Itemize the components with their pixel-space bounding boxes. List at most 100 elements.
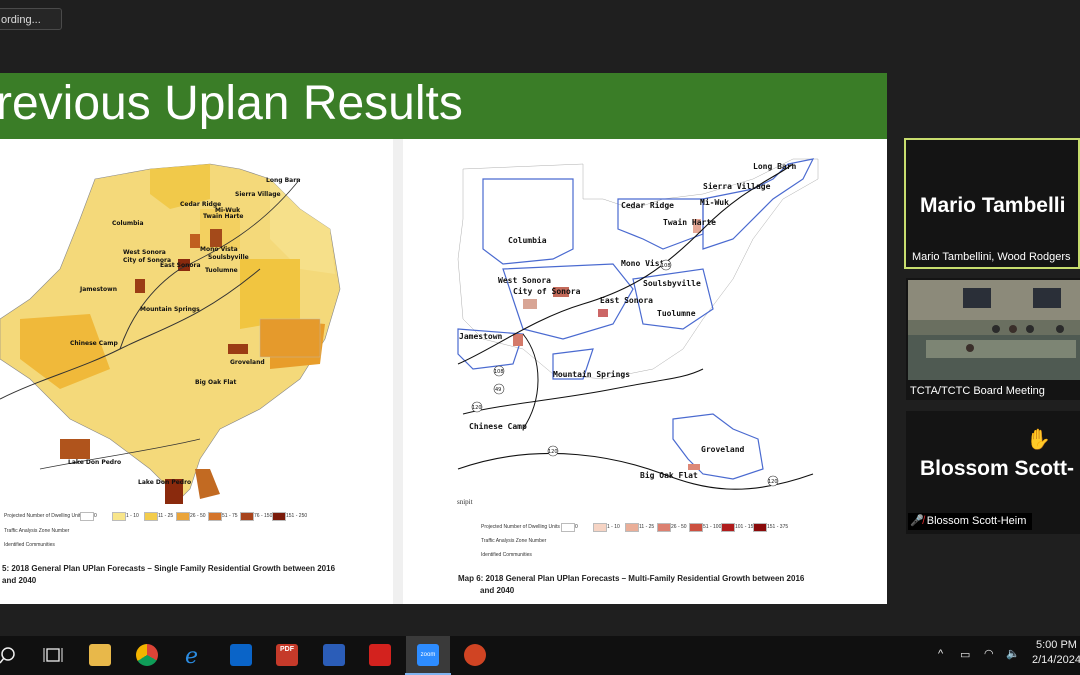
powerpoint-icon[interactable] — [464, 644, 486, 666]
zoom-icon[interactable]: zoom — [417, 644, 439, 666]
legend-taz: Traffic Analysis Zone Number — [4, 528, 70, 534]
legend-swatch — [593, 523, 607, 532]
place-label: Groveland — [701, 445, 745, 454]
raised-hand-icon: ✋ — [1026, 429, 1051, 451]
outlook-icon[interactable] — [230, 644, 252, 666]
legend-bin-label: 151 - 375 — [767, 524, 789, 530]
legend-bin-label: 151 - 250 — [286, 513, 308, 519]
participant-tile-active-speaker[interactable]: Mario Tambelli Mario Tambellini, Wood Ro… — [904, 138, 1080, 269]
place-label: Mountain Springs — [140, 306, 200, 313]
legend-swatch — [721, 523, 735, 532]
place-label: City of Sonora — [513, 286, 581, 296]
legend-swatch — [144, 512, 158, 521]
place-label: Long Barn — [753, 162, 797, 171]
slide-title-banner: revious Uplan Results — [0, 73, 887, 139]
volume-icon[interactable]: 🔈 — [1006, 647, 1020, 660]
highway-shield: 49 — [495, 387, 501, 393]
place-label: Chinese Camp — [70, 340, 119, 347]
legend-swatch — [272, 512, 286, 521]
windows-taskbar: e PDF zoom ^ ▭ ◠ 🔈 5:00 PM 2/14/2024 — [0, 636, 1080, 675]
snipit-watermark: snipit — [457, 498, 473, 506]
legend-swatch — [240, 512, 254, 521]
chrome-icon[interactable] — [136, 644, 158, 666]
legend-title: Projected Number of Dwelling Units — [481, 524, 560, 530]
participant-name: Blossom Scott- — [920, 457, 1075, 480]
clock-time: 5:00 PM — [1036, 639, 1077, 651]
place-label: Twain Harte — [663, 217, 716, 227]
svg-text:e: e — [185, 644, 198, 666]
single-family-map: Long Barn Sierra Village Cedar Ridge Mi-… — [0, 163, 341, 504]
battery-icon[interactable]: ▭ — [960, 648, 970, 661]
place-label: East Sonora — [160, 262, 201, 269]
legend-bin-label: 0 — [575, 524, 578, 530]
legend-bin-label: 26 - 50 — [190, 513, 206, 519]
zoom-icon-label: zoom — [420, 652, 436, 658]
place-label: Twain Harte — [203, 213, 243, 220]
legend-taz: Traffic Analysis Zone Number — [481, 538, 547, 544]
place-label: Lake Don Pedro — [138, 479, 191, 486]
legend-swatch — [208, 512, 222, 521]
place-label: Long Barn — [266, 177, 300, 184]
place-label: Tuolumne — [657, 309, 696, 318]
chevron-up-icon[interactable]: ^ — [938, 648, 943, 660]
map-caption-cont: and 2040 — [480, 586, 515, 595]
muted-mic-icon: 🎤̸ — [910, 515, 924, 527]
legend-swatch — [689, 523, 703, 532]
legend-bin-label: 76 - 150 — [254, 513, 273, 519]
place-label: Soulsbyville — [208, 254, 249, 261]
multi-family-map: Long Barn Sierra Village Cedar Ridge Mi-… — [457, 158, 819, 490]
legend-swatch — [657, 523, 671, 532]
place-label: Mono Vista — [200, 246, 238, 253]
legend-swatch — [625, 523, 639, 532]
participant-label: 🎤̸ Blossom Scott-Heim — [908, 513, 1033, 530]
legend-title: Projected Number of Dwelling Units — [4, 513, 83, 519]
map-caption-cont: and 2040 — [2, 576, 37, 585]
place-label: Tuolumne — [205, 267, 238, 274]
multi-family-map-panel: Long Barn Sierra Village Cedar Ridge Mi-… — [403, 139, 887, 604]
place-label: Columbia — [508, 235, 547, 245]
participant-label-text: Blossom Scott-Heim — [926, 515, 1027, 527]
legend-communities: Identified Communities — [481, 552, 532, 558]
recording-indicator[interactable]: ording... — [0, 8, 62, 30]
wifi-icon[interactable]: ◠ — [984, 647, 994, 660]
single-family-map-panel: Long Barn Sierra Village Cedar Ridge Mi-… — [0, 139, 393, 604]
file-explorer-icon[interactable] — [89, 644, 111, 666]
participant-label: TCTA/TCTC Board Meeting — [910, 385, 1045, 397]
map-caption: Map 6: 2018 General Plan UPlan Forecasts… — [458, 574, 805, 583]
clock-date: 2/14/2024 — [1032, 654, 1080, 666]
place-label: Groveland — [230, 359, 265, 366]
place-label: Jamestown — [459, 332, 503, 341]
legend-bin-label: 51 - 100 — [703, 524, 722, 530]
task-view-icon[interactable] — [42, 644, 64, 666]
participant-name: Mario Tambelli — [920, 194, 1066, 217]
place-label: Mountain Springs — [553, 369, 630, 379]
acrobat-icon[interactable] — [369, 644, 391, 666]
place-label: Sierra Village — [703, 181, 771, 191]
place-label: Big Oak Flat — [195, 379, 236, 386]
shared-screen-slide: revious Uplan Results Long Barn Sierra V… — [0, 73, 887, 604]
highway-shield: 120 — [472, 405, 482, 411]
legend-swatch — [80, 512, 94, 521]
place-label: Chinese Camp — [469, 421, 527, 431]
legend-bin-label: 26 - 50 — [671, 524, 687, 530]
pdf-icon[interactable]: PDF — [276, 644, 298, 666]
place-label: Lake Don Pedro — [68, 459, 121, 466]
participant-tile-video[interactable]: TCTA/TCTC Board Meeting — [906, 278, 1080, 400]
edge-icon[interactable]: e — [183, 644, 205, 669]
legend-swatch — [753, 523, 767, 532]
place-label: West Sonora — [123, 249, 166, 256]
participant-tile[interactable]: ✋ Blossom Scott- 🎤̸ Blossom Scott-Heim — [906, 411, 1080, 534]
place-label: Cedar Ridge — [621, 200, 674, 210]
meeting-room-video — [908, 280, 1080, 380]
legend-bin-label: 1 - 10 — [126, 513, 139, 519]
word-icon[interactable] — [323, 644, 345, 666]
clock[interactable]: 5:00 PM 2/14/2024 — [1032, 639, 1080, 666]
place-label: Mi-Wuk — [700, 197, 729, 207]
place-label: Sierra Village — [235, 191, 281, 198]
search-icon[interactable] — [0, 644, 22, 666]
legend-bin-label: 11 - 25 — [639, 524, 655, 530]
pdf-icon-label: PDF — [280, 646, 294, 653]
participant-label: Mario Tambellini, Wood Rodgers — [912, 251, 1071, 263]
highway-shield: 108 — [494, 369, 504, 375]
legend-swatch — [561, 523, 575, 532]
